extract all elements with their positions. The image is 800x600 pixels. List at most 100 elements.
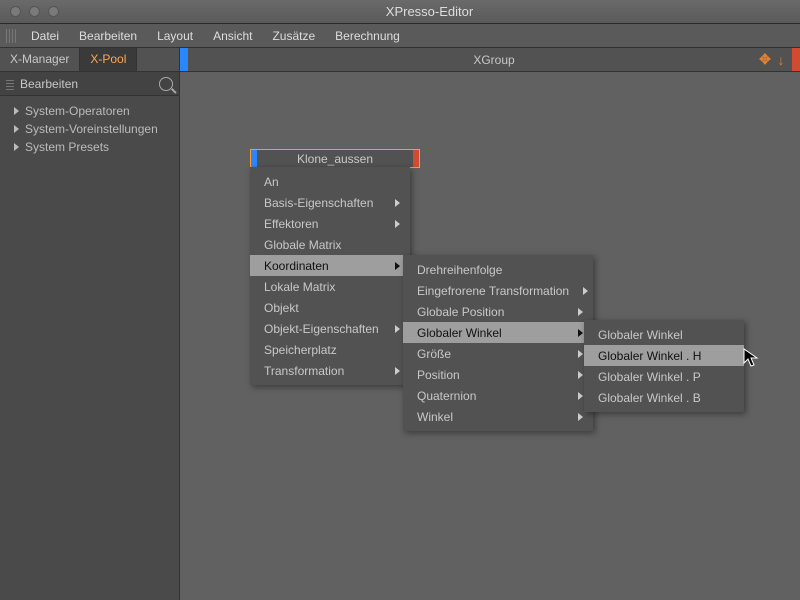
port-in-icon[interactable] <box>180 48 188 71</box>
menu-ansicht[interactable]: Ansicht <box>204 26 261 46</box>
menu-item[interactable]: Globaler Winkel . P <box>584 366 744 387</box>
menu-item-label: Koordinaten <box>264 259 329 273</box>
menu-item-label: Globale Matrix <box>264 238 341 252</box>
group-title: XGroup <box>188 53 800 67</box>
node-klone-aussen[interactable]: Klone_aussen <box>250 149 420 168</box>
menu-item[interactable]: Drehreihenfolge <box>403 259 593 280</box>
menu-item[interactable]: Lokale Matrix <box>250 276 410 297</box>
tree-item[interactable]: System-Voreinstellungen <box>4 120 175 138</box>
menu-item[interactable]: Globale Position <box>403 301 593 322</box>
menu-bearbeiten[interactable]: Bearbeiten <box>70 26 146 46</box>
menu-item-label: Lokale Matrix <box>264 280 335 294</box>
menu-item[interactable]: Koordinaten <box>250 255 410 276</box>
expand-arrow-icon <box>14 125 19 133</box>
chevron-right-icon <box>395 220 400 228</box>
menu-item-label: Globaler Winkel . P <box>598 370 701 384</box>
menu-item[interactable]: Position <box>403 364 593 385</box>
grip-icon <box>6 78 14 90</box>
tree-label: System Presets <box>25 140 109 154</box>
node-header[interactable]: Klone_aussen <box>250 149 420 167</box>
menu-item[interactable]: Objekt-Eigenschaften <box>250 318 410 339</box>
menu-item-label: Quaternion <box>417 389 476 403</box>
context-menu-2: Drehreihenfolge Eingefrorene Transformati… <box>403 255 593 431</box>
chevron-right-icon <box>578 371 583 379</box>
menu-item-label: Größe <box>417 347 451 361</box>
menu-item[interactable]: Winkel <box>403 406 593 427</box>
menu-item-label: Drehreihenfolge <box>417 263 502 277</box>
chevron-right-icon <box>578 413 583 421</box>
menu-item[interactable]: Objekt <box>250 297 410 318</box>
menu-item[interactable]: Globale Matrix <box>250 234 410 255</box>
menu-item-label: Globaler Winkel <box>598 328 683 342</box>
menu-item[interactable]: Eingefrorene Transformation <box>403 280 593 301</box>
menu-item-label: Globaler Winkel . H <box>598 349 701 363</box>
tree-label: System-Voreinstellungen <box>25 122 158 136</box>
menu-item[interactable]: Globaler Winkel <box>403 322 593 343</box>
tab-x-pool[interactable]: X-Pool <box>80 48 137 71</box>
window-controls <box>0 6 59 17</box>
menubar: Datei Bearbeiten Layout Ansicht Zusätze … <box>0 24 800 48</box>
menu-item[interactable]: Quaternion <box>403 385 593 406</box>
tree-item[interactable]: System Presets <box>4 138 175 156</box>
menu-item-label: Objekt-Eigenschaften <box>264 322 379 336</box>
max-dot[interactable] <box>48 6 59 17</box>
sidebar-tabs: X-Manager X-Pool <box>0 48 179 72</box>
close-dot[interactable] <box>10 6 21 17</box>
chevron-right-icon <box>578 350 583 358</box>
chevron-right-icon <box>583 287 588 295</box>
menu-item[interactable]: Globaler Winkel . H <box>584 345 744 366</box>
menu-item[interactable]: Effektoren <box>250 213 410 234</box>
min-dot[interactable] <box>29 6 40 17</box>
menu-item[interactable]: Globaler Winkel . B <box>584 387 744 408</box>
menu-item-label: Transformation <box>264 364 344 378</box>
expand-arrow-icon <box>14 107 19 115</box>
node-title: Klone_aussen <box>257 150 413 167</box>
search-icon[interactable] <box>159 77 173 91</box>
cursor-icon <box>743 348 759 371</box>
grip-icon <box>6 29 16 43</box>
port-out-icon[interactable] <box>413 150 419 167</box>
menu-item[interactable]: Größe <box>403 343 593 364</box>
titlebar: XPresso-Editor <box>0 0 800 24</box>
menu-item[interactable]: Globaler Winkel <box>584 324 744 345</box>
context-menu-3: Globaler Winkel Globaler Winkel . H Global… <box>584 320 744 412</box>
menu-item-label: Winkel <box>417 410 453 424</box>
menu-item-label: Globaler Winkel <box>417 326 502 340</box>
chevron-right-icon <box>395 325 400 333</box>
menu-item-label: Basis-Eigenschaften <box>264 196 373 210</box>
sidebar-toolbar: Bearbeiten <box>0 72 179 96</box>
menu-item[interactable]: Speicherplatz <box>250 339 410 360</box>
expand-icon[interactable]: ✥ <box>758 53 772 67</box>
menu-berechnung[interactable]: Berechnung <box>326 26 409 46</box>
tab-x-manager[interactable]: X-Manager <box>0 48 80 71</box>
chevron-right-icon <box>578 308 583 316</box>
tree: System-Operatoren System-Voreinstellunge… <box>0 96 179 162</box>
menu-datei[interactable]: Datei <box>22 26 68 46</box>
menu-item-label: Eingefrorene Transformation <box>417 284 569 298</box>
menu-item-label: Position <box>417 368 460 382</box>
down-icon[interactable]: ↓ <box>774 53 788 67</box>
expand-arrow-icon <box>14 143 19 151</box>
menu-item-label: An <box>264 175 279 189</box>
toolbar-label[interactable]: Bearbeiten <box>20 77 159 91</box>
main-panel: XGroup ✥ ↓ Klone_aussen An Basis-Eigensch… <box>180 48 800 600</box>
menu-item[interactable]: Basis-Eigenschaften <box>250 192 410 213</box>
menu-layout[interactable]: Layout <box>148 26 202 46</box>
context-menu-1: An Basis-Eigenschaften Effektoren Globale M… <box>250 167 410 385</box>
chevron-right-icon <box>578 392 583 400</box>
menu-item-label: Speicherplatz <box>264 343 337 357</box>
chevron-right-icon <box>395 199 400 207</box>
tree-item[interactable]: System-Operatoren <box>4 102 175 120</box>
group-header[interactable]: XGroup ✥ ↓ <box>180 48 800 72</box>
header-icons: ✥ ↓ <box>758 53 788 67</box>
menu-item-label: Objekt <box>264 301 299 315</box>
menu-item-label: Globaler Winkel . B <box>598 391 701 405</box>
menu-item-label: Effektoren <box>264 217 318 231</box>
port-out-icon[interactable] <box>792 48 800 71</box>
menu-item[interactable]: An <box>250 171 410 192</box>
canvas[interactable]: Klone_aussen An Basis-Eigenschaften Effekt… <box>180 72 800 600</box>
chevron-right-icon <box>395 262 400 270</box>
menu-zusaetze[interactable]: Zusätze <box>263 26 324 46</box>
menu-item[interactable]: Transformation <box>250 360 410 381</box>
chevron-right-icon <box>578 329 583 337</box>
